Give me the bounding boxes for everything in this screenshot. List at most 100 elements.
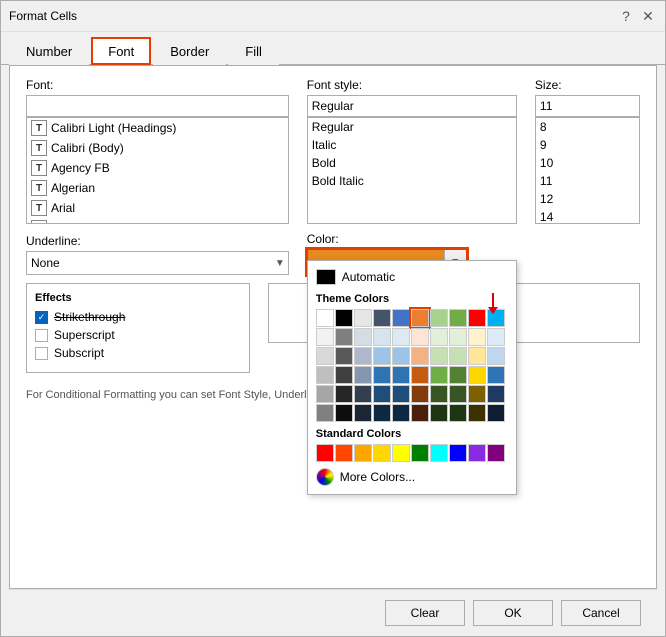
cancel-button[interactable]: Cancel [561,600,641,626]
theme-color-cell[interactable] [411,366,429,384]
standard-color-cell[interactable] [392,444,410,462]
font-list-item[interactable]: TAgency FB [27,158,288,178]
size-list-item[interactable]: 10 [536,154,639,172]
font-list-item[interactable]: TCalibri (Body) [27,138,288,158]
standard-color-cell[interactable] [449,444,467,462]
theme-color-cell[interactable] [354,309,372,327]
more-colors-item[interactable]: More Colors... [316,468,508,486]
font-list-item[interactable]: TCalibri Light (Headings) [27,118,288,138]
theme-color-cell[interactable] [487,347,505,365]
theme-color-cell[interactable] [335,366,353,384]
theme-color-cell[interactable] [373,347,391,365]
theme-color-cell[interactable] [449,404,467,422]
superscript-checkbox[interactable] [35,329,48,342]
theme-color-cell[interactable] [373,404,391,422]
theme-color-cell[interactable] [354,404,372,422]
standard-color-cell[interactable] [316,444,334,462]
tab-fill[interactable]: Fill [228,37,279,65]
theme-color-cell[interactable] [316,404,334,422]
subscript-checkbox[interactable] [35,347,48,360]
theme-color-cell[interactable] [335,347,353,365]
subscript-item[interactable]: Subscript [35,346,241,360]
theme-color-cell[interactable] [354,385,372,403]
font-list-item[interactable]: TArial [27,198,288,218]
automatic-color-item[interactable]: Automatic [316,269,508,285]
size-list-item[interactable]: 11 [536,172,639,190]
tab-font[interactable]: Font [91,37,151,65]
superscript-item[interactable]: Superscript [35,328,241,342]
help-button[interactable]: ? [617,7,635,25]
standard-color-cell[interactable] [354,444,372,462]
style-list-item[interactable]: Bold Italic [308,172,516,190]
theme-color-cell[interactable] [373,385,391,403]
ok-button[interactable]: OK [473,600,553,626]
theme-color-cell[interactable] [430,347,448,365]
theme-color-cell[interactable] [335,328,353,346]
font-list[interactable]: TCalibri Light (Headings)TCalibri (Body)… [27,118,288,223]
theme-color-cell[interactable] [411,347,429,365]
theme-color-cell[interactable] [373,309,391,327]
theme-color-cell[interactable] [392,366,410,384]
theme-color-cell[interactable] [430,385,448,403]
theme-color-cell[interactable] [354,347,372,365]
theme-color-cell[interactable] [411,309,429,327]
theme-color-cell[interactable] [449,366,467,384]
theme-color-cell[interactable] [392,347,410,365]
size-list-item[interactable]: 12 [536,190,639,208]
theme-color-cell[interactable] [316,385,334,403]
theme-color-cell[interactable] [392,404,410,422]
theme-color-cell[interactable] [316,366,334,384]
size-list-item[interactable]: 9 [536,136,639,154]
theme-color-cell[interactable] [335,385,353,403]
style-list-item[interactable]: Italic [308,136,516,154]
theme-color-cell[interactable] [449,328,467,346]
style-list-item[interactable]: Bold [308,154,516,172]
style-input[interactable] [307,95,517,117]
theme-color-cell[interactable] [449,385,467,403]
theme-color-cell[interactable] [468,366,486,384]
theme-color-cell[interactable] [316,347,334,365]
theme-color-cell[interactable] [468,385,486,403]
theme-color-cell[interactable] [449,347,467,365]
tab-number[interactable]: Number [9,37,89,65]
theme-color-cell[interactable] [430,309,448,327]
style-list[interactable]: RegularItalicBoldBold Italic [308,118,516,223]
theme-color-cell[interactable] [354,328,372,346]
font-name-input[interactable] [26,95,289,117]
font-list-item[interactable]: TArial Black [27,218,288,223]
theme-color-cell[interactable] [354,366,372,384]
theme-color-cell[interactable] [430,328,448,346]
theme-color-cell[interactable] [335,404,353,422]
size-list-item[interactable]: 8 [536,118,639,136]
standard-color-cell[interactable] [373,444,391,462]
style-list-item[interactable]: Regular [308,118,516,136]
theme-color-cell[interactable] [430,366,448,384]
theme-color-cell[interactable] [392,328,410,346]
theme-color-cell[interactable] [468,328,486,346]
theme-color-cell[interactable] [316,328,334,346]
theme-color-cell[interactable] [373,366,391,384]
theme-color-cell[interactable] [430,404,448,422]
size-list[interactable]: 8910111214 [536,118,639,223]
theme-color-cell[interactable] [392,385,410,403]
theme-color-cell[interactable] [487,366,505,384]
standard-color-cell[interactable] [468,444,486,462]
standard-color-cell[interactable] [411,444,429,462]
theme-color-cell[interactable] [487,404,505,422]
theme-color-cell[interactable] [487,385,505,403]
theme-color-cell[interactable] [468,404,486,422]
font-list-item[interactable]: TAlgerian [27,178,288,198]
size-list-item[interactable]: 14 [536,208,639,223]
theme-color-cell[interactable] [487,328,505,346]
theme-color-cell[interactable] [411,404,429,422]
strikethrough-checkbox[interactable] [35,311,48,324]
standard-color-cell[interactable] [430,444,448,462]
theme-color-cell[interactable] [335,309,353,327]
theme-color-cell[interactable] [468,347,486,365]
underline-select[interactable]: None Single Double [26,251,289,275]
clear-button[interactable]: Clear [385,600,465,626]
standard-color-cell[interactable] [487,444,505,462]
theme-color-cell[interactable] [449,309,467,327]
tab-border[interactable]: Border [153,37,226,65]
size-input[interactable] [535,95,640,117]
